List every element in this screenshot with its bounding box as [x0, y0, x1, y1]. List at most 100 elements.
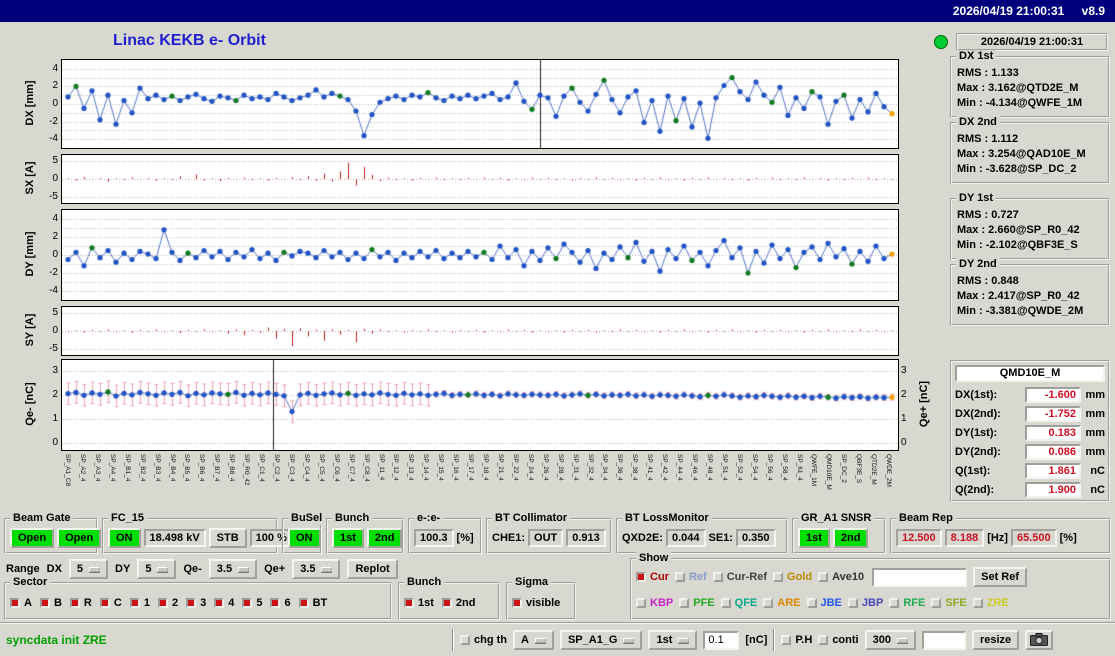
show-are-checkbox[interactable]: ARE: [763, 597, 801, 609]
menu-indicator-icon: [89, 566, 101, 572]
sx-plot[interactable]: [61, 154, 899, 204]
bunch-1st-checkbox[interactable]: 1st: [404, 597, 434, 609]
checkbox-indicator: [69, 598, 80, 608]
sector-1-checkbox[interactable]: 1: [129, 597, 150, 609]
checkbox-indicator: [10, 598, 20, 608]
element-name-label: SP_51_4: [720, 454, 728, 481]
qxd2e-value-display: 0.044: [665, 529, 706, 547]
threshold-input[interactable]: [703, 630, 740, 650]
sy-plot[interactable]: [61, 306, 899, 356]
qe-minus-axis-label: Qe- [nC]: [24, 382, 36, 426]
element-name-label: SP_61_4: [795, 454, 803, 481]
element-name-label: SP_17_4: [467, 454, 475, 481]
element-name-label: SP_13_4: [407, 454, 415, 481]
bunch-1st-button[interactable]: 1st: [332, 528, 364, 548]
sector-b-checkbox[interactable]: B: [39, 597, 62, 609]
checkbox-indicator: [270, 598, 281, 608]
gr-a1-2nd-button[interactable]: 2nd: [832, 528, 869, 548]
panel-title: GR_A1 SNSR: [798, 512, 875, 525]
sector-bt-checkbox[interactable]: BT: [298, 597, 327, 609]
axis-tick-label: 2: [52, 80, 58, 92]
stats-dy-2nd: DY 2nd RMS : 0.848 Max : 2.417@SP_R0_42 …: [950, 258, 1110, 326]
range-dy-label: DY: [115, 563, 131, 575]
sector-6-checkbox[interactable]: 6: [270, 597, 291, 609]
interval-select[interactable]: 300: [864, 630, 916, 650]
bunch-2nd-button[interactable]: 2nd: [366, 528, 403, 548]
checkbox-indicator: [889, 598, 900, 608]
panel-title: Sector: [10, 576, 51, 589]
checkbox-label: 2nd: [455, 597, 476, 609]
bunch-2nd-checkbox[interactable]: 2nd: [441, 597, 476, 609]
panel-title: Bunch: [404, 576, 445, 589]
axis-tick-label: -5: [49, 342, 58, 354]
show-cur-ref-checkbox[interactable]: Cur-Ref: [712, 571, 767, 583]
checkbox-indicator: [99, 598, 110, 608]
beam-gate-open-button-1[interactable]: Open: [10, 528, 55, 548]
sector-a-checkbox[interactable]: A: [10, 597, 32, 609]
element-name-label: SP_24_4: [526, 454, 534, 481]
show-ref-checkbox[interactable]: Ref: [674, 571, 707, 583]
show-rfe-checkbox[interactable]: RFE: [889, 597, 925, 609]
checkbox-indicator: [636, 572, 646, 582]
chg-th-checkbox[interactable]: chg th: [460, 634, 507, 646]
checkbox-label: A: [24, 597, 32, 609]
readout-label: DY(1st):: [955, 426, 998, 439]
element-name-label: SP_28_4: [556, 454, 564, 481]
aux-input[interactable]: [921, 630, 966, 650]
fc15-stb-button[interactable]: STB: [208, 528, 247, 548]
checkbox-label: 1st: [418, 597, 434, 609]
dx-plot[interactable]: [61, 59, 899, 149]
set-ref-input[interactable]: [872, 567, 968, 587]
sector-5-checkbox[interactable]: 5: [242, 597, 262, 609]
set-ref-button[interactable]: Set Ref: [973, 567, 1028, 587]
readout-label: DX(2nd):: [955, 407, 1001, 420]
show-zre-checkbox[interactable]: ZRE: [972, 597, 1009, 609]
selected-element-readout: QMD10E_M DX(1st): -1.600 mm DX(2nd): -1.752…: [950, 360, 1110, 502]
sigma-panel: Sigma visible: [506, 576, 576, 620]
bunch-select[interactable]: 1st: [648, 630, 698, 650]
range-qe-plus-select[interactable]: 3.5: [292, 559, 341, 579]
stats-title: DX 2nd: [956, 116, 1000, 129]
readout-value: 1.861: [1025, 462, 1081, 479]
show-gold-checkbox[interactable]: Gold: [773, 571, 812, 583]
dy-plot[interactable]: [61, 209, 899, 301]
checkbox-label: PFE: [693, 597, 715, 609]
sector-2-checkbox[interactable]: 2: [157, 597, 178, 609]
resize-button[interactable]: resize: [971, 630, 1020, 650]
show-jbp-checkbox[interactable]: JBP: [847, 597, 883, 609]
sector-r-checkbox[interactable]: R: [69, 597, 92, 609]
beam-rep-value-1: 12.500: [896, 529, 942, 547]
screenshot-button[interactable]: [1025, 630, 1054, 650]
show-cur-checkbox[interactable]: Cur: [636, 571, 669, 583]
range-qe-minus-select[interactable]: 3.5: [208, 559, 258, 579]
range-dy-select[interactable]: 5: [137, 559, 177, 579]
sector-3-checkbox[interactable]: 3: [186, 597, 206, 609]
show-kbp-checkbox[interactable]: KBP: [636, 597, 673, 609]
sector-4-checkbox[interactable]: 4: [214, 597, 234, 609]
range-label: Range: [6, 563, 40, 575]
checkbox-indicator: [712, 572, 723, 582]
readout-label: Q(2nd):: [955, 483, 995, 496]
show-pfe-checkbox[interactable]: PFE: [679, 597, 715, 609]
ph-checkbox[interactable]: P.H: [781, 634, 812, 646]
show-jbe-checkbox[interactable]: JBE: [806, 597, 842, 609]
fc15-on-button[interactable]: ON: [108, 528, 141, 548]
element-name-label: SP_34_4: [601, 454, 609, 481]
charge-plot[interactable]: [61, 359, 899, 451]
beam-gate-open-button-2[interactable]: Open: [57, 528, 102, 548]
range-dx-select[interactable]: 5: [68, 559, 109, 579]
busel-on-button[interactable]: ON: [288, 528, 321, 548]
replot-button[interactable]: Replot: [347, 559, 398, 579]
show-ave10-checkbox[interactable]: Ave10: [818, 571, 864, 583]
conti-checkbox[interactable]: conti: [818, 634, 859, 646]
gr-a1-1st-button[interactable]: 1st: [798, 528, 830, 548]
axis-tick-label: -2: [49, 115, 58, 127]
show-qfe-checkbox[interactable]: QFE: [720, 597, 757, 609]
element-select[interactable]: SP_A1_G: [559, 630, 643, 650]
status-bar: syncdata init ZRE chg th A SP_A1_G 1st […: [0, 622, 1115, 656]
stats-dx-1st: DX 1st RMS : 1.133 Max : 3.162@QTD2E_M M…: [950, 50, 1110, 118]
show-sfe-checkbox[interactable]: SFE: [931, 597, 967, 609]
sector-c-checkbox[interactable]: C: [99, 597, 122, 609]
sigma-visible-checkbox[interactable]: visible: [512, 597, 560, 609]
sector-select[interactable]: A: [513, 630, 554, 650]
